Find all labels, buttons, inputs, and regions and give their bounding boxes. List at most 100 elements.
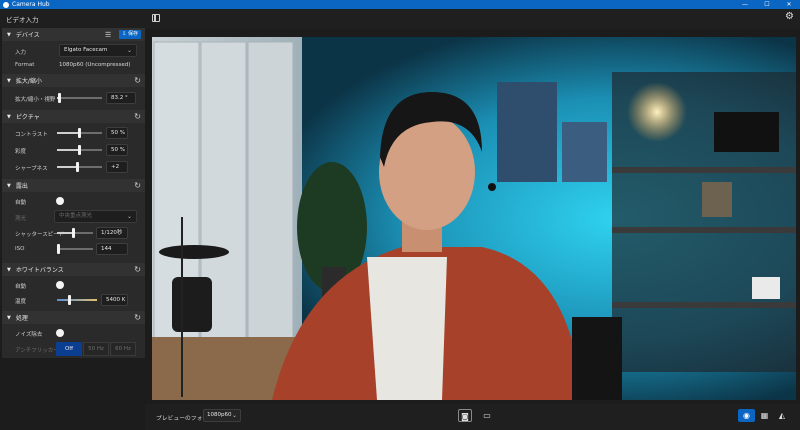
picture-heading: ピクチャ [15,114,40,121]
sharpness-slider-fill [57,166,78,168]
chevron-down-icon: ⌄ [126,47,132,54]
contrast-slider[interactable] [57,128,102,138]
saturation-value[interactable]: 50 % [106,144,128,156]
collapse-icon: ▼ [7,77,11,84]
temperature-value[interactable]: 5400 K [101,294,128,306]
close-button[interactable]: ✕ [778,0,800,9]
collapse-icon: ▼ [7,182,11,189]
chevron-down-icon: ⌄ [126,213,132,220]
fov-row: 拡大/縮小・視野 83.2 ° [2,90,145,106]
device-heading: デバイス [15,32,40,39]
noise-row: ノイズ除去 [2,325,145,341]
window-controls: — ☐ ✕ [734,0,800,9]
fov-label: 拡大/縮小・視野 [15,97,56,103]
iso-label: ISO [15,246,25,252]
gear-icon[interactable]: ⚙ [785,12,794,22]
reset-icon[interactable]: ↻ [134,181,141,190]
camera-icon[interactable]: ◙ [458,409,472,422]
exposure-auto-toggle[interactable] [56,197,64,205]
compare-icon[interactable]: ◭ [775,409,789,422]
temperature-slider-thumb[interactable] [67,295,71,305]
white-balance-heading: ホワイトバランス [15,267,64,274]
exposure-auto-label: 自動 [15,200,27,206]
zoom-section: ▼ 拡大/縮小 ↻ 拡大/縮小・視野 83.2 ° [2,74,145,110]
shutter-slider-thumb[interactable] [71,228,75,238]
folder-icon[interactable]: ▭ [481,409,493,422]
sharpness-slider-thumb[interactable] [75,162,79,172]
antiflicker-60hz-button[interactable]: 60 Hz [110,342,136,356]
chevron-down-icon: ⌄ [231,412,237,419]
iso-slider[interactable] [57,244,93,254]
wb-auto-toggle[interactable] [56,281,64,289]
antiflicker-off-button[interactable]: Off [56,342,82,356]
fov-slider-thumb[interactable] [57,93,61,103]
metering-row: 測光 中央重点測光 ⌄ [2,209,145,225]
fov-slider[interactable] [57,93,102,103]
top-bar: ビデオ入力 ⚙ [0,9,800,29]
antiflicker-50hz-button[interactable]: 50 Hz [83,342,109,356]
processing-header[interactable]: ▼ 処理 ↻ [2,311,145,324]
iso-value[interactable]: 144 [96,243,128,255]
white-balance-section: ▼ ホワイトバランス ↻ 自動 温度 5400 K [2,263,145,311]
antiflicker-row: アンチフリッカー Off 50 Hz 60 Hz [2,341,145,357]
list-icon[interactable]: ☰ [105,31,111,39]
collapse-icon: ▼ [7,31,11,38]
fov-value[interactable]: 83.2 ° [106,92,136,104]
saturation-slider-thumb[interactable] [78,145,81,155]
contrast-slider-fill [57,132,80,134]
metering-select[interactable]: 中央重点測光 ⌄ [54,210,137,223]
exposure-header[interactable]: ▼ 露出 ↻ [2,179,145,192]
noise-toggle[interactable] [56,329,64,337]
shutter-value[interactable]: 1/120秒 [96,227,128,239]
processing-heading: 処理 [15,315,28,322]
wb-auto-row: 自動 [2,277,145,293]
sharpness-label: シャープネス [15,166,48,172]
reset-icon[interactable]: ↻ [134,313,141,322]
title-bar: Camera Hub — ☐ ✕ [0,0,800,9]
picture-section: ▼ ピクチャ ↻ コントラスト 50 % 彩度 50 % シャープネス +2 [2,110,145,178]
format-row: Format 1080p60 (Uncompressed) [2,57,145,73]
input-select-value: Elgato Facecam [64,47,108,53]
saturation-slider[interactable] [57,145,102,155]
iso-row: ISO 144 [2,241,145,257]
saturation-slider-fill [57,149,80,151]
reset-icon[interactable]: ↻ [134,265,141,274]
contrast-row: コントラスト 50 % [2,125,145,141]
iso-slider-thumb[interactable] [57,244,61,254]
sharpness-slider[interactable] [57,162,102,172]
white-balance-header[interactable]: ▼ ホワイトバランス ↻ [2,263,145,276]
reset-icon[interactable]: ↻ [134,112,141,121]
zoom-header[interactable]: ▼ 拡大/縮小 ↻ [2,74,145,87]
sidebar-toggle-icon[interactable] [152,14,160,22]
save-button[interactable]: ⇩ 保存 [119,30,141,39]
minimize-button[interactable]: — [734,0,756,9]
antiflicker-label: アンチフリッカー [15,348,59,354]
collapse-icon: ▼ [7,266,11,273]
maximize-button[interactable]: ☐ [756,0,778,9]
input-select[interactable]: Elgato Facecam ⌄ [59,44,137,57]
shutter-row: シャッタースピード 1/120秒 [2,225,145,241]
shutter-slider[interactable] [57,228,93,238]
temperature-label: 温度 [15,299,27,305]
processing-section: ▼ 処理 ↻ ノイズ除去 アンチフリッカー Off 50 Hz 60 Hz [2,311,145,358]
sharpness-value[interactable]: +2 [106,161,128,173]
reset-icon[interactable]: ↻ [134,76,141,85]
contrast-slider-thumb[interactable] [78,128,81,138]
grid-icon[interactable]: ▦ [758,409,771,422]
bottom-bar: プレビューのフォーマット 1080p60 ⌄ ◙ ▭ ◉ ▦ ◭ [145,404,800,430]
format-value: 1080p60 (Uncompressed) [59,62,131,68]
collapse-icon: ▼ [7,314,11,321]
device-header[interactable]: ▼ デバイス ☰ ⇩ 保存 [2,28,145,41]
metering-select-value: 中央重点測光 [59,213,93,219]
input-label: 入力 [15,50,27,56]
exposure-section: ▼ 露出 ↻ 自動 測光 中央重点測光 ⌄ シャッタースピード 1/120秒 I… [2,179,145,263]
picture-header[interactable]: ▼ ピクチャ ↻ [2,110,145,123]
exposure-heading: 露出 [15,183,28,190]
shutter-slider-fill [57,232,74,234]
eye-icon[interactable]: ◉ [738,409,755,422]
preview-format-select[interactable]: 1080p60 ⌄ [203,409,241,422]
collapse-icon: ▼ [7,113,11,120]
app-icon [3,1,9,8]
contrast-value[interactable]: 50 % [106,127,128,139]
temperature-slider[interactable] [57,295,97,305]
